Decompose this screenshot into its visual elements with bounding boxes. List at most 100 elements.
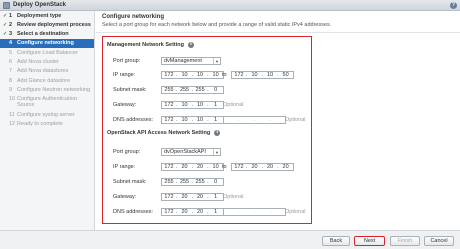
wizard-step-9[interactable]: 9 Configure Neutron networking — [0, 85, 94, 94]
ip-octet[interactable]: 20 — [178, 209, 192, 215]
ip-octet[interactable]: 20 — [193, 209, 207, 215]
wizard-steps: ✓ 1 Deployment type ✓ 2 Review deployment pro… — [0, 11, 95, 230]
help-icon[interactable]: ? — [450, 2, 457, 9]
api-ip-range-label: IP range: — [113, 164, 136, 170]
ip-octet[interactable]: 172 — [232, 72, 246, 78]
next-button[interactable]: Next — [354, 236, 385, 246]
mgmt-subnet-field[interactable]: 255. 255. 255. 0 — [161, 86, 224, 94]
ip-octet[interactable]: 10 — [263, 72, 277, 78]
ip-octet[interactable]: 20 — [248, 164, 262, 170]
api-dns-field[interactable]: 172. 20. 20. 1 — [161, 208, 224, 216]
wizard-step-3[interactable]: ✓ 3 Select a destination — [0, 30, 94, 39]
wizard-step-7[interactable]: 7 Add Nova datastores — [0, 67, 94, 76]
ip-octet[interactable]: 172 — [162, 102, 176, 108]
api-to-label: to — [222, 164, 227, 170]
ip-octet[interactable]: 50 — [279, 72, 293, 78]
cancel-button[interactable]: Cancel — [424, 236, 454, 246]
ip-octet[interactable]: 255 — [178, 87, 192, 93]
info-icon[interactable]: i — [188, 42, 195, 48]
api-gateway-optional: Optional — [223, 194, 244, 200]
ip-octet[interactable]: 10 — [178, 72, 192, 78]
mgmt-port-group-value: dvManagement — [164, 58, 202, 64]
ip-octet[interactable] — [224, 209, 238, 215]
ip-octet[interactable] — [224, 117, 238, 123]
window-title: Deploy OpenStack — [13, 2, 67, 8]
step-number: 7 — [9, 68, 13, 75]
ip-octet[interactable]: 20 — [193, 164, 207, 170]
api-ip-to-field[interactable]: 172. 20. 20. 20 — [231, 163, 294, 171]
ip-octet[interactable]: 255 — [193, 179, 207, 185]
api-gateway-field[interactable]: 172. 20. 20. 1 — [161, 193, 224, 201]
ip-octet[interactable]: 172 — [162, 164, 176, 170]
api-subnet-field[interactable]: 255. 255. 255. 0 — [161, 178, 224, 186]
ip-octet[interactable]: 20 — [279, 164, 293, 170]
wizard-step-6[interactable]: 6 Add Nova cluster — [0, 57, 94, 66]
ip-octet[interactable]: 10 — [248, 72, 262, 78]
api-port-group-select[interactable]: dvOpenStackAPI ▼ — [161, 148, 221, 156]
mgmt-gateway-field[interactable]: 172. 10. 10. 1 — [161, 101, 224, 109]
wizard-step-1[interactable]: ✓ 1 Deployment type — [0, 11, 94, 20]
ip-octet[interactable]: 10 — [193, 102, 207, 108]
ip-octet[interactable]: 255 — [178, 179, 192, 185]
wizard-step-5[interactable]: 5 Configure Load Balancer — [0, 48, 94, 57]
ip-octet[interactable] — [271, 117, 285, 123]
ip-octet[interactable]: 10 — [178, 117, 192, 123]
wizard-step-11[interactable]: 11 Configure syslog server — [0, 110, 94, 119]
ip-octet[interactable]: 172 — [162, 194, 176, 200]
ip-octet[interactable]: 10 — [209, 164, 223, 170]
wizard-step-8[interactable]: 8 Add Glance datastore — [0, 76, 94, 85]
wizard-step-12[interactable]: 12 Ready to complete — [0, 120, 94, 129]
ip-octet[interactable]: 20 — [193, 194, 207, 200]
step-label: Configure Neutron networking — [17, 86, 91, 93]
api-ip-from-field[interactable]: 172. 20. 20. 10 — [161, 163, 224, 171]
ip-octet[interactable]: 1 — [209, 194, 223, 200]
ip-octet[interactable]: 10 — [193, 72, 207, 78]
step-label: Review deployment process — [17, 21, 91, 28]
back-button[interactable]: Back — [322, 236, 350, 246]
ip-octet[interactable]: 172 — [162, 72, 176, 78]
ip-octet[interactable] — [240, 117, 254, 123]
step-number: 10 — [9, 96, 16, 103]
network-settings-panel: Management Network Setting i Port group:… — [102, 36, 312, 224]
mgmt-ip-from-field[interactable]: 172. 10. 10. 10 — [161, 71, 224, 79]
ip-octet[interactable]: 20 — [263, 164, 277, 170]
ip-octet[interactable]: 255 — [162, 179, 176, 185]
ip-octet[interactable]: 20 — [178, 164, 192, 170]
step-number: 3 — [9, 31, 13, 38]
ip-octet[interactable] — [255, 117, 269, 123]
ip-octet[interactable]: 10 — [209, 72, 223, 78]
mgmt-ip-to-field[interactable]: 172. 10. 10. 50 — [231, 71, 294, 79]
ip-octet[interactable] — [255, 209, 269, 215]
ip-octet[interactable]: 255 — [193, 87, 207, 93]
step-number: 1 — [9, 12, 13, 19]
ip-octet[interactable]: 10 — [178, 102, 192, 108]
ip-octet[interactable]: 0 — [209, 179, 223, 185]
ip-octet[interactable] — [271, 209, 285, 215]
ip-octet[interactable]: 172 — [232, 164, 246, 170]
wizard-step-4[interactable]: 4 Configure networking — [0, 38, 94, 49]
mgmt-port-group-select[interactable]: dvManagement ▼ — [161, 57, 221, 65]
ip-octet[interactable]: 20 — [178, 194, 192, 200]
ip-octet[interactable]: 10 — [193, 117, 207, 123]
ip-octet[interactable]: 1 — [209, 117, 223, 123]
mgmt-dns-secondary-field[interactable]: ... — [223, 116, 286, 124]
api-gateway-label: Gateway: — [113, 194, 137, 200]
ip-octet[interactable]: 1 — [209, 209, 223, 215]
ip-octet[interactable]: 172 — [162, 117, 176, 123]
ip-octet[interactable]: 172 — [162, 209, 176, 215]
api-dns-secondary-field[interactable]: ... — [223, 208, 286, 216]
wizard-footer: Back Next Finish Cancel — [0, 230, 460, 249]
mgmt-dns-field[interactable]: 172. 10. 10. 1 — [161, 116, 224, 124]
step-number: 5 — [9, 49, 13, 56]
wizard-step-2[interactable]: ✓ 2 Review deployment process — [0, 20, 94, 29]
ip-octet[interactable] — [240, 209, 254, 215]
ip-octet[interactable]: 1 — [209, 102, 223, 108]
step-number: 8 — [9, 77, 13, 84]
finish-button[interactable]: Finish — [390, 236, 420, 246]
wizard-step-10[interactable]: 10 Configure Authentication Source — [0, 95, 94, 111]
ip-octet[interactable]: 0 — [209, 87, 223, 93]
info-icon[interactable]: i — [214, 130, 221, 136]
step-label: Deployment type — [17, 12, 62, 19]
ip-octet[interactable]: 255 — [162, 87, 176, 93]
api-section-title: OpenStack API Access Network Setting i — [107, 130, 221, 136]
